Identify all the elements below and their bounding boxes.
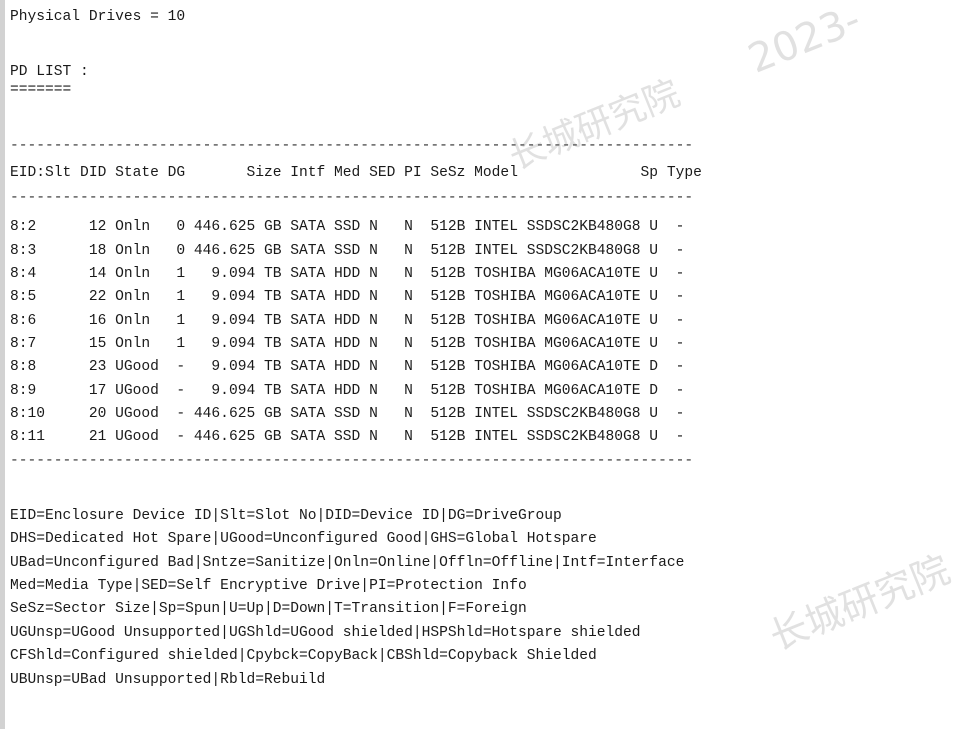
table-header: EID:Slt DID State DG Size Intf Med SED P… — [10, 165, 702, 181]
table-row: 8:6 16 Onln 1 9.094 TB SATA HDD N N 512B… — [10, 313, 685, 329]
legend-line: UGUnsp=UGood Unsupported|UGShld=UGood sh… — [10, 625, 641, 641]
table-row: 8:4 14 Onln 1 9.094 TB SATA HDD N N 512B… — [10, 266, 685, 282]
table-row: 8:7 15 Onln 1 9.094 TB SATA HDD N N 512B… — [10, 336, 685, 352]
legend-line: SeSz=Sector Size|Sp=Spun|U=Up|D=Down|T=T… — [10, 601, 527, 617]
table-row: 8:9 17 UGood - 9.094 TB SATA HDD N N 512… — [10, 383, 685, 399]
physical-drives-line: Physical Drives = 10 — [10, 9, 186, 25]
table-row: 8:8 23 UGood - 9.094 TB SATA HDD N N 512… — [10, 359, 685, 375]
terminal-output: Physical Drives = 10 PD LIST : ======= -… — [10, 0, 960, 729]
legend-line: Med=Media Type|SED=Self Encryptive Drive… — [10, 578, 527, 594]
legend-line: CFShld=Configured shielded|Cpybck=CopyBa… — [10, 648, 597, 664]
table-rule-top: ----------------------------------------… — [10, 138, 694, 154]
table-row: 8:5 22 Onln 1 9.094 TB SATA HDD N N 512B… — [10, 289, 685, 305]
table-row: 8:10 20 UGood - 446.625 GB SATA SSD N N … — [10, 406, 685, 422]
pd-list-underline: ======= — [10, 82, 72, 98]
window-left-border — [0, 0, 5, 729]
legend-line: UBad=Unconfigured Bad|Sntze=Sanitize|Onl… — [10, 555, 685, 571]
legend-line: EID=Enclosure Device ID|Slt=Slot No|DID=… — [10, 508, 562, 524]
table-row: 8:3 18 Onln 0 446.625 GB SATA SSD N N 51… — [10, 243, 685, 259]
legend-line: UBUnsp=UBad Unsupported|Rbld=Rebuild — [10, 672, 326, 688]
table-rule-bottom: ----------------------------------------… — [10, 453, 694, 469]
table-row: 8:2 12 Onln 0 446.625 GB SATA SSD N N 51… — [10, 219, 685, 235]
table-rule-header: ----------------------------------------… — [10, 190, 694, 206]
legend-line: DHS=Dedicated Hot Spare|UGood=Unconfigur… — [10, 531, 597, 547]
pd-list-title: PD LIST : — [10, 64, 89, 80]
table-row: 8:11 21 UGood - 446.625 GB SATA SSD N N … — [10, 429, 685, 445]
